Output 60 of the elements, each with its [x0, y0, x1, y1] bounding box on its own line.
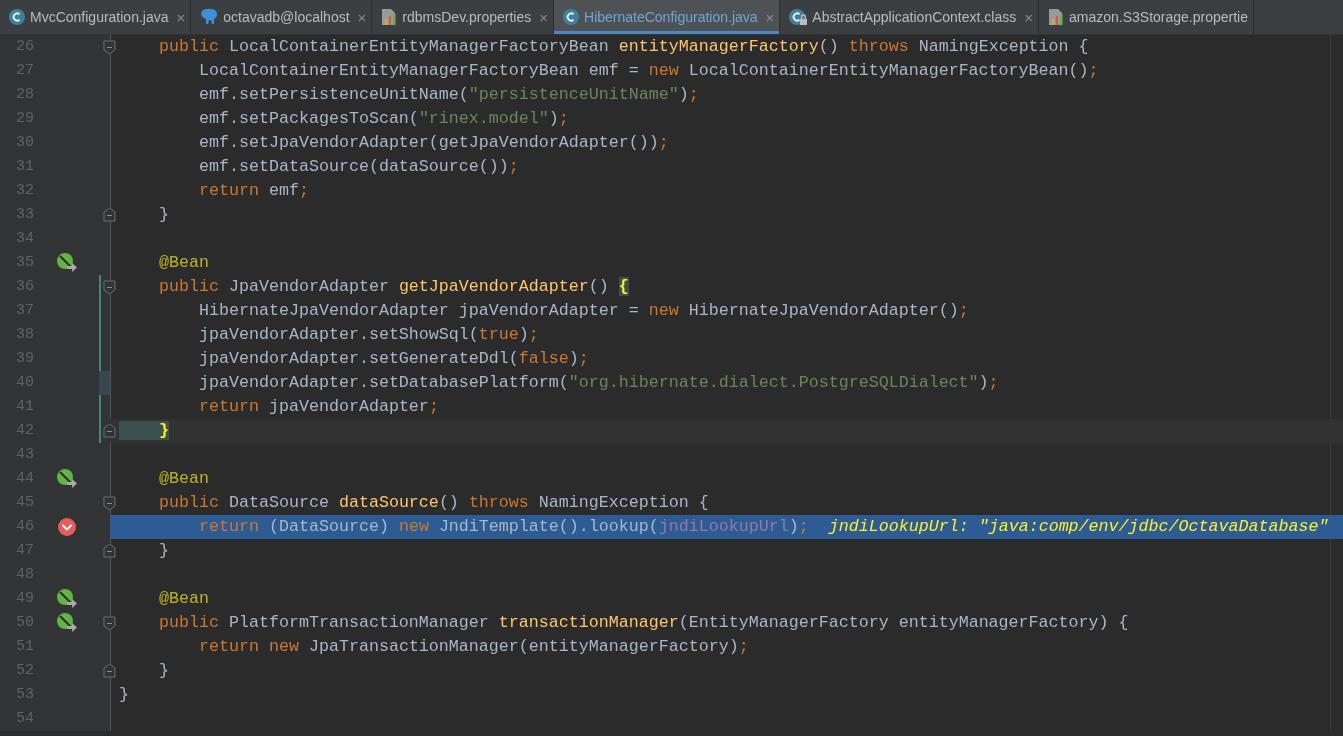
- fold-icon[interactable]: [103, 279, 116, 295]
- locked-class-icon: [788, 8, 809, 26]
- code-line: }: [157, 540, 169, 562]
- close-icon[interactable]: ×: [539, 8, 548, 26]
- code-line: jpaVendorAdapter.setGenerateDdl(false);: [197, 348, 589, 370]
- code-line: @Bean: [157, 252, 209, 274]
- added-line-marker[interactable]: [99, 419, 101, 443]
- code-line: jpaVendorAdapter.setShowSql(true);: [197, 324, 539, 346]
- code-line: }: [157, 660, 169, 682]
- code-line: return new JpaTransactionManager(entityManagerFactory);: [197, 636, 749, 658]
- fold-icon[interactable]: [103, 495, 116, 511]
- code-line: @Bean: [157, 468, 209, 490]
- fold-icon[interactable]: [103, 615, 116, 631]
- code-line: }: [157, 204, 169, 226]
- editor-tab[interactable]: MvcConfiguration.java ×: [0, 0, 192, 34]
- code-line: public JpaVendorAdapter getJpaVendorAdapter() {: [157, 276, 629, 298]
- close-icon[interactable]: ×: [1024, 8, 1033, 26]
- code-line: }: [119, 684, 129, 706]
- code-line: emf.setDataSource(dataSource());: [197, 156, 519, 178]
- editor-tab[interactable]: AbstractApplicationContext.class ×: [780, 0, 1039, 34]
- bean-icon[interactable]: [56, 253, 78, 273]
- inlay-hint: jndiLookupUrl: "java:comp/env/jdbc/OctavaDatabase": [828, 516, 1329, 538]
- close-icon[interactable]: ×: [176, 8, 186, 26]
- editor-tab[interactable]: octavadb@localhost ×: [191, 0, 373, 34]
- class-icon: [562, 8, 580, 26]
- fold-icon[interactable]: [103, 423, 116, 439]
- code-line: return jpaVendorAdapter;: [197, 396, 439, 418]
- code-line: public DataSource dataSource() throws NamingException {: [157, 492, 709, 514]
- code-line: emf.setPackagesToScan("rinex.model");: [197, 108, 569, 130]
- fold-icon[interactable]: [103, 39, 116, 55]
- editor-tab[interactable]: amazon.S3Storage.propertie: [1039, 0, 1254, 34]
- code-line: HibernateJpaVendorAdapter jpaVendorAdapter = new HibernateJpaVendorAdapter();: [197, 300, 969, 322]
- added-line-marker[interactable]: [99, 347, 101, 371]
- editor-tab[interactable]: HibernateConfiguration.java ×: [554, 0, 781, 34]
- fold-icon[interactable]: [103, 543, 116, 559]
- added-line-marker[interactable]: [99, 323, 101, 347]
- breakpoint-icon[interactable]: [57, 517, 77, 537]
- added-line-marker[interactable]: [99, 395, 101, 419]
- code-line: return (DataSource) new JndiTemplate().lookup(jndiLookupUrl);: [197, 516, 809, 538]
- code-line: emf.setJpaVendorAdapter(getJpaVendorAdapter());: [197, 132, 669, 154]
- added-line-marker[interactable]: [99, 299, 101, 323]
- bean-icon[interactable]: [56, 613, 78, 633]
- code-line: public PlatformTransactionManager transactionManager(EntityManagerFactory entityManagerFactory) {: [157, 612, 1129, 634]
- code-line: jpaVendorAdapter.setDatabasePlatform("org.hibernate.dialect.PostgreSQLDialect");: [197, 372, 999, 394]
- code-line: return emf;: [197, 180, 309, 202]
- chart-file-icon: [380, 8, 399, 26]
- bean-icon[interactable]: [56, 469, 78, 489]
- fold-icon[interactable]: [103, 663, 116, 679]
- close-icon[interactable]: ×: [357, 8, 367, 26]
- added-line-marker[interactable]: [99, 275, 101, 299]
- code-line: emf.setPersistenceUnitName("persistenceUnitName");: [197, 84, 699, 106]
- elephant-icon: [199, 8, 220, 26]
- code-line: LocalContainerEntityManagerFactoryBean emf = new LocalContainerEntityManagerFactoryBean();: [197, 60, 1099, 82]
- code-line: @Bean: [157, 588, 209, 610]
- code-line: public LocalContainerEntityManagerFactoryBean entityManagerFactory() throws NamingException {: [157, 36, 1089, 58]
- bean-icon[interactable]: [56, 589, 78, 609]
- class-icon: [8, 8, 26, 26]
- close-icon[interactable]: ×: [765, 8, 775, 26]
- fold-icon[interactable]: [103, 207, 116, 223]
- chart-file-icon: [1047, 8, 1065, 26]
